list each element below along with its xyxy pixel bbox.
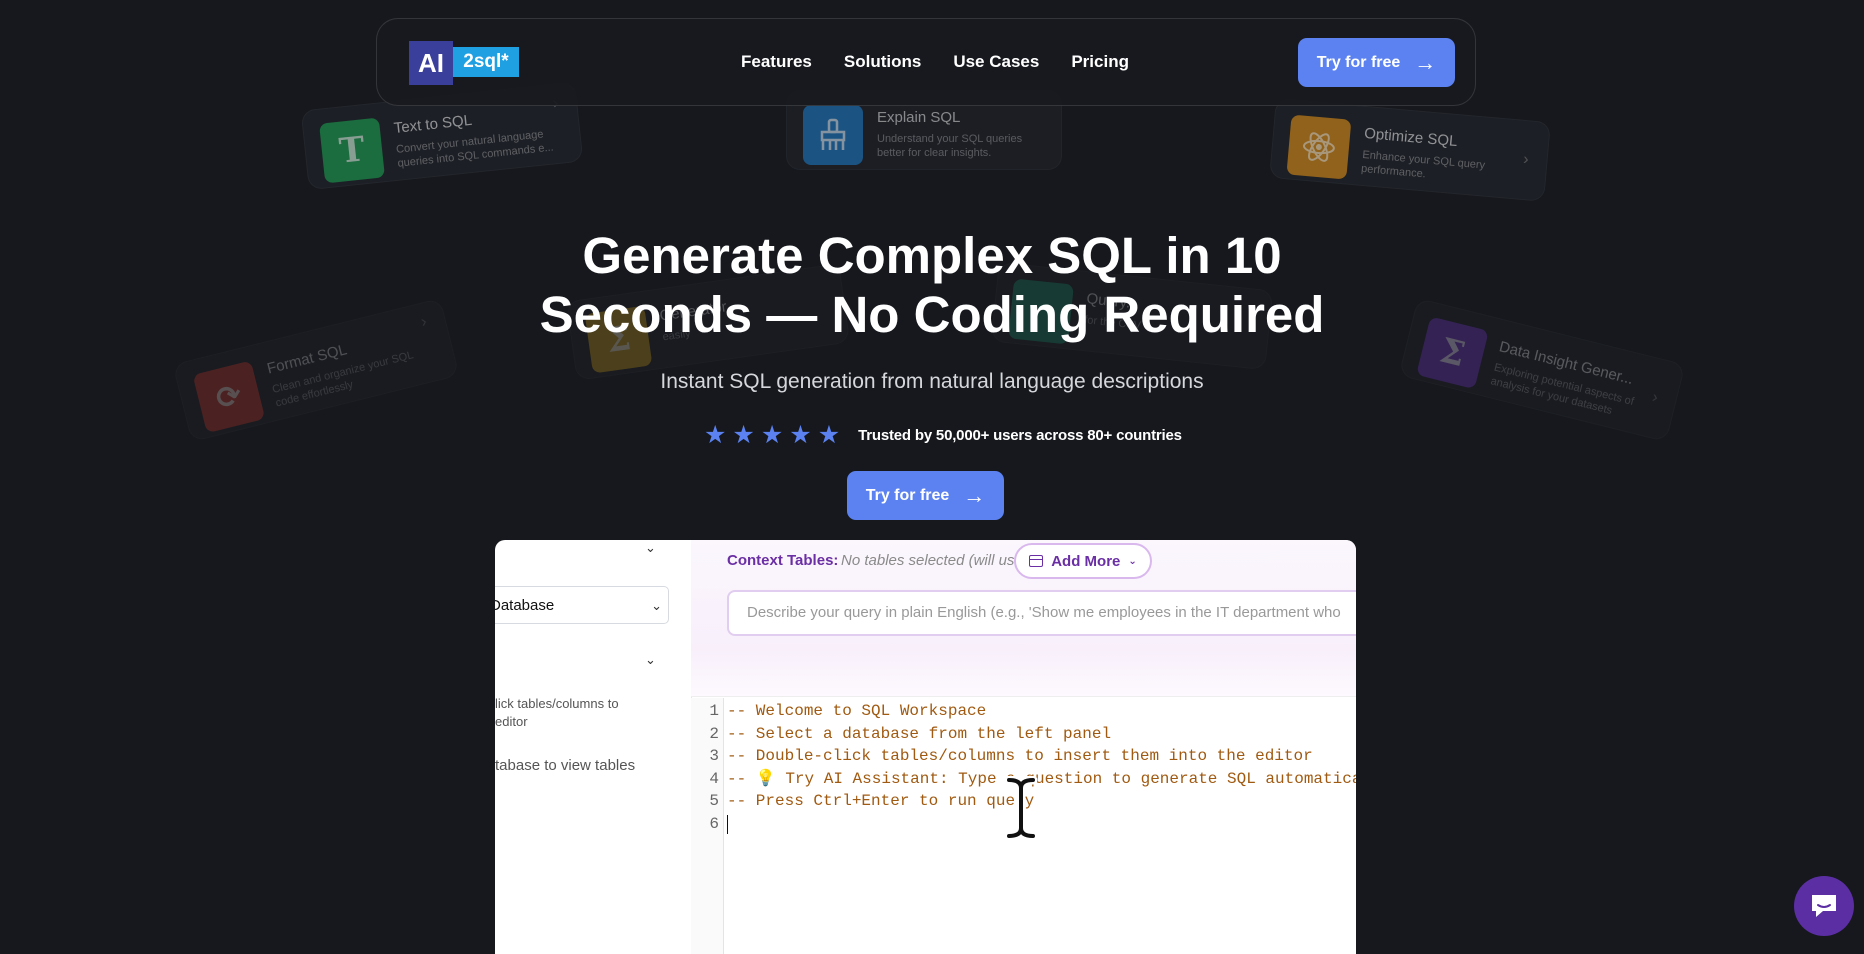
trust-row: ★ ★ ★ ★ ★ Trusted by 50,000+ users acros… xyxy=(704,423,1182,448)
bg-card-title: Explain SQL xyxy=(877,109,961,126)
line-number: 1 xyxy=(709,702,719,720)
nav-menu: Features Solutions Use Cases Pricing xyxy=(741,52,1129,72)
star-icon: ★ xyxy=(732,421,755,449)
left-panel: ⌄ Database ⌄ ⌄ lick tables/columns to ed… xyxy=(495,540,692,954)
nav-item-solutions[interactable]: Solutions xyxy=(844,52,921,72)
hero-try-free-button[interactable]: Try for free → xyxy=(847,471,1004,520)
hero-try-free-label: Try for free xyxy=(865,486,950,504)
code-line: -- Press Ctrl+Enter to run query xyxy=(727,792,1035,810)
tables-hint-line2: editor xyxy=(495,714,528,729)
tables-hint-line1: lick tables/columns to xyxy=(495,696,619,711)
code-line: -- 💡 Try AI Assistant: Type a question t… xyxy=(727,769,1356,788)
nav-item-use-cases[interactable]: Use Cases xyxy=(953,52,1039,72)
hero-title-line1: Generate Complex SQL in 10 xyxy=(582,227,1282,284)
atom-icon xyxy=(1286,114,1352,180)
bg-card-optimize-sql: Optimize SQL Enhance your SQL query perf… xyxy=(1269,98,1551,202)
star-icon: ★ xyxy=(760,421,784,449)
sql-workspace-preview: ⌄ Database ⌄ ⌄ lick tables/columns to ed… xyxy=(495,540,1356,954)
hero-title-line2: Seconds — No Coding Required xyxy=(539,286,1325,343)
logo-sql-mark: 2sql* xyxy=(453,47,519,77)
text-cursor-icon xyxy=(1004,776,1038,840)
bg-card-format-sql: ⟳ Format SQL Clean and organize your SQL… xyxy=(172,297,460,443)
line-number: 6 xyxy=(709,814,719,833)
text-icon: T xyxy=(319,117,385,184)
line-number: 2 xyxy=(709,724,719,743)
star-icon: ★ xyxy=(817,421,841,449)
nav-try-free-label: Try for free xyxy=(1316,53,1401,71)
refresh-icon: ⟳ xyxy=(192,360,266,434)
code-line: -- Double-click tables/columns to insert… xyxy=(727,747,1313,765)
arrow-right-icon: → xyxy=(963,482,986,508)
hero-subtitle: Instant SQL generation from natural lang… xyxy=(660,370,1204,393)
hero-title: Generate Complex SQL in 10 Seconds — No … xyxy=(432,226,1432,344)
nav-item-pricing[interactable]: Pricing xyxy=(1071,52,1129,72)
chevron-down-icon[interactable]: ⌄ xyxy=(645,652,656,668)
broom-icon xyxy=(803,105,863,165)
chevron-down-icon: ⌄ xyxy=(651,598,662,613)
text-caret xyxy=(727,815,728,834)
code-line: -- Welcome to SQL Workspace xyxy=(727,702,987,720)
right-panel: Context Tables: No tables selected (will… xyxy=(691,540,1356,954)
bg-card-desc: Understand your SQL queries better for c… xyxy=(877,133,1023,159)
chat-widget-button[interactable] xyxy=(1794,876,1854,936)
chat-bubble-icon xyxy=(1812,895,1836,917)
top-navbar: AI 2sql* Features Solutions Use Cases Pr… xyxy=(376,18,1476,106)
chevron-down-icon: ⌄ xyxy=(1128,555,1137,567)
line-number: 4 xyxy=(709,769,719,788)
table-icon xyxy=(1029,555,1044,567)
context-tables-label: Context Tables: xyxy=(727,552,839,569)
chevron-down-icon[interactable]: ⌄ xyxy=(645,540,656,556)
tables-empty-text: tabase to view tables xyxy=(495,757,636,774)
bg-card-data-insight: Σ Data Insight Gener... Exploring potent… xyxy=(1398,297,1686,443)
logo-ai-mark: AI xyxy=(409,41,453,85)
database-select-value: Database xyxy=(495,597,555,614)
star-icon: ★ xyxy=(789,421,812,449)
nav-try-free-button[interactable]: Try for free → xyxy=(1298,38,1455,87)
database-select[interactable]: Database ⌄ xyxy=(495,586,669,624)
add-more-button[interactable]: Add More ⌄ xyxy=(1014,543,1152,579)
code-line: -- Select a database from the left panel xyxy=(727,724,1112,743)
trust-text: Trusted by 50,000+ users across 80+ coun… xyxy=(858,427,1182,444)
tables-hint: lick tables/columns to editor xyxy=(495,695,619,731)
star-icon: ★ xyxy=(704,421,727,449)
line-number-gutter: 1 2 3 4 5 6 xyxy=(691,698,724,954)
line-number: 5 xyxy=(709,792,719,810)
context-tables-bar: Context Tables: No tables selected (will… xyxy=(691,540,1356,697)
add-more-label: Add More xyxy=(1051,552,1121,570)
line-number: 3 xyxy=(709,747,719,765)
query-input-placeholder: Describe your query in plain English (e.… xyxy=(747,604,1341,621)
nav-item-features[interactable]: Features xyxy=(741,52,812,72)
rating-stars: ★ ★ ★ ★ ★ xyxy=(704,423,840,448)
arrow-right-icon: → xyxy=(1414,49,1437,75)
ai2sql-logo[interactable]: AI 2sql* xyxy=(409,41,519,85)
query-input[interactable]: Describe your query in plain English (e.… xyxy=(727,590,1356,636)
